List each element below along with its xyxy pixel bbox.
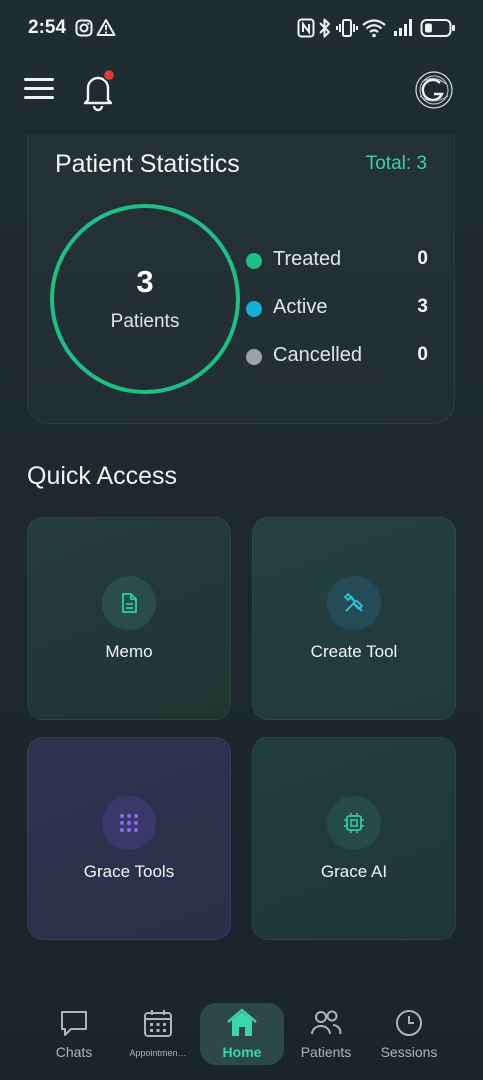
nav-label: Sessions: [380, 1044, 438, 1060]
memo-tile[interactable]: Memo: [27, 517, 231, 720]
legend-label: Active: [273, 296, 328, 318]
tools-icon: [343, 592, 363, 612]
grace-ai-tile[interactable]: Grace AI: [252, 737, 456, 940]
active-dot: [246, 301, 262, 317]
legend-value: 0: [417, 248, 428, 269]
calendar-icon: [144, 1010, 172, 1037]
status-bar: 2:54: [0, 0, 483, 56]
patient-statistics-card: Patient Statistics Total: 3 3 Patients T…: [27, 134, 455, 424]
nav-label: Chats: [55, 1044, 93, 1060]
patients-count-label: Patients: [110, 311, 180, 332]
chat-bubble-icon: [61, 1011, 87, 1036]
notification-badge: [102, 70, 116, 82]
memo-icon-circle: [102, 576, 156, 630]
stats-total: Total: 3: [365, 153, 427, 174]
home-icon: [227, 1008, 257, 1036]
legend-cancelled: Cancelled 0: [246, 342, 428, 372]
create-tool-tile[interactable]: Create Tool: [252, 517, 456, 720]
tile-label: Memo: [105, 642, 153, 661]
nav-chats[interactable]: Chats: [32, 1003, 116, 1065]
tile-label: Grace Tools: [83, 862, 175, 881]
vibrate-icon: [336, 19, 358, 37]
quick-access-title: Quick Access: [27, 462, 178, 490]
cancelled-dot: [246, 349, 262, 365]
nav-appointments[interactable]: Appointmen…: [116, 1003, 200, 1065]
legend-active: Active 3: [246, 294, 428, 324]
nav-home[interactable]: Home: [200, 1003, 284, 1065]
legend-label: Cancelled: [273, 344, 362, 366]
status-time: 2:54: [28, 17, 67, 38]
grid-dots-icon: [120, 814, 138, 832]
nav-label: Appointmen…: [129, 1048, 187, 1058]
nfc-icon: [297, 18, 315, 38]
nav-patients[interactable]: Patients: [284, 1003, 368, 1065]
instagram-icon: [75, 19, 93, 37]
create-tool-icon-circle: [327, 576, 381, 630]
legend-treated: Treated 0: [246, 246, 428, 276]
nav-sessions[interactable]: Sessions: [367, 1003, 451, 1065]
tile-label: Create Tool: [310, 642, 398, 661]
nav-label: Home: [222, 1044, 262, 1060]
document-icon: [122, 593, 137, 613]
users-icon: [311, 1010, 342, 1035]
bluetooth-icon: [319, 18, 330, 38]
notification-bell-icon[interactable]: [80, 70, 116, 112]
grace-ai-icon-circle: [327, 796, 381, 850]
wifi-icon: [362, 19, 386, 38]
treated-dot: [246, 253, 262, 269]
clock-icon: [396, 1010, 422, 1036]
avatar[interactable]: [414, 70, 454, 110]
legend-value: 3: [417, 296, 428, 317]
tile-label: Grace AI: [320, 862, 388, 881]
menu-icon[interactable]: [24, 78, 56, 104]
grace-tools-icon-circle: [102, 796, 156, 850]
battery-icon: [420, 19, 455, 37]
stats-title: Patient Statistics: [55, 150, 240, 178]
legend-value: 0: [417, 344, 428, 365]
warning-icon: [96, 19, 116, 36]
chip-icon: [344, 813, 364, 833]
patients-count: 3: [136, 264, 154, 299]
legend-label: Treated: [273, 248, 342, 270]
signal-icon: [394, 19, 412, 36]
grace-tools-tile[interactable]: Grace Tools: [27, 737, 231, 940]
nav-label: Patients: [300, 1044, 352, 1060]
